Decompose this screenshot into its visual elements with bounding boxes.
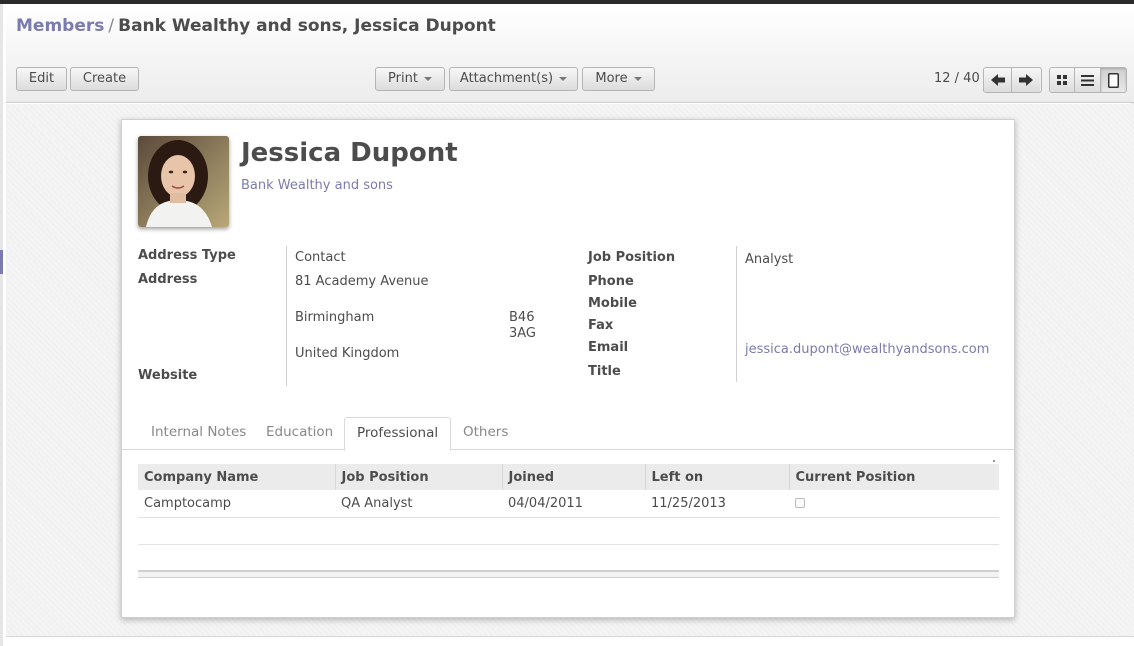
zip-value-line2: 3AG <box>509 326 537 341</box>
bottom-border <box>6 636 1134 646</box>
address-type-label: Address Type <box>138 248 236 263</box>
column-header-left-on[interactable]: Left on <box>645 464 790 490</box>
address-label: Address <box>138 272 198 287</box>
employment-table: Company Name Job Position Joined Left on… <box>138 464 999 545</box>
cell-company-name: Camptocamp <box>138 490 335 518</box>
zip-value-line1: B46 <box>509 310 535 325</box>
tab-education[interactable]: Education <box>254 417 345 450</box>
website-label: Website <box>138 368 198 383</box>
column-header-joined[interactable]: Joined <box>502 464 646 490</box>
cell-current-position <box>789 490 999 518</box>
current-position-checkbox[interactable] <box>795 497 805 508</box>
table-header-row: Company Name Job Position Joined Left on… <box>138 464 999 490</box>
cell-job-position: QA Analyst <box>335 490 502 518</box>
column-header-job-position[interactable]: Job Position <box>335 464 503 490</box>
form-view-icon <box>1107 72 1119 88</box>
print-button[interactable]: Print <box>375 67 445 91</box>
edit-button[interactable]: Edit <box>16 67 67 91</box>
caret-down-icon <box>423 76 432 81</box>
caret-down-icon <box>633 76 642 81</box>
column-header-company-name[interactable]: Company Name <box>138 464 336 490</box>
table-row[interactable]: Camptocamp QA Analyst 04/04/2011 11/25/2… <box>138 490 999 518</box>
job-position-value: Analyst <box>745 252 794 267</box>
form-sheet: Jessica Dupont Bank Wealthy and sons Add… <box>121 119 1015 618</box>
title-label: Title <box>588 364 621 379</box>
list-view-icon <box>1081 74 1095 86</box>
form-view-button[interactable] <box>1100 68 1126 92</box>
avatar-image <box>138 136 229 227</box>
dot-marker <box>993 460 995 462</box>
next-record-button[interactable] <box>1012 68 1040 92</box>
cell-joined: 04/04/2011 <box>502 490 645 518</box>
table-footer <box>138 570 999 578</box>
arrow-right-icon <box>1019 74 1033 86</box>
breadcrumb-current: Bank Wealthy and sons, Jessica Dupont <box>118 16 496 36</box>
city-value: Birmingham <box>295 310 375 325</box>
email-link[interactable]: jessica.dupont@wealthyandsons.com <box>745 342 989 357</box>
field-divider-left <box>286 246 287 386</box>
control-panel: Members / Bank Wealthy and sons, Jessica D… <box>6 4 1134 103</box>
kanban-view-icon <box>1057 75 1068 85</box>
view-switcher <box>1049 67 1127 93</box>
left-edge-marker <box>0 250 3 274</box>
job-position-label: Job Position <box>588 250 676 265</box>
company-link[interactable]: Bank Wealthy and sons <box>241 178 393 193</box>
breadcrumb: Members / Bank Wealthy and sons, Jessica D… <box>16 16 496 36</box>
tab-professional[interactable]: Professional <box>344 417 452 451</box>
list-view-button[interactable] <box>1075 68 1101 92</box>
contact-photo[interactable] <box>138 136 229 227</box>
attachments-button[interactable]: Attachment(s) <box>449 67 578 91</box>
address-type-value: Contact <box>295 250 346 265</box>
kanban-view-button[interactable] <box>1050 68 1076 92</box>
arrow-left-icon <box>990 74 1005 86</box>
field-divider-right <box>736 246 737 382</box>
country-value: United Kingdom <box>295 346 400 361</box>
phone-label: Phone <box>588 274 634 289</box>
caret-down-icon <box>559 76 568 81</box>
attachments-label: Attachment(s) <box>459 71 554 86</box>
more-label: More <box>595 71 628 86</box>
previous-record-button[interactable] <box>984 68 1012 92</box>
mobile-label: Mobile <box>588 296 637 311</box>
more-button[interactable]: More <box>582 67 655 91</box>
column-header-current-position[interactable]: Current Position <box>789 464 999 490</box>
tab-others[interactable]: Others <box>451 417 520 450</box>
notebook-tabs: Internal Notes Education Professional Ot… <box>122 417 1014 451</box>
breadcrumb-members-link[interactable]: Members <box>16 16 104 36</box>
create-button[interactable]: Create <box>70 67 139 91</box>
pager-value: 12 / 40 <box>934 71 980 86</box>
tab-internal-notes[interactable]: Internal Notes <box>139 417 258 450</box>
table-row-empty <box>138 517 999 545</box>
print-label: Print <box>388 71 418 86</box>
street-value: 81 Academy Avenue <box>295 274 429 289</box>
email-label: Email <box>588 340 629 355</box>
pager-buttons <box>983 67 1042 93</box>
fax-label: Fax <box>588 318 614 333</box>
contact-name: Jessica Dupont <box>241 138 458 168</box>
breadcrumb-separator: / <box>108 16 115 36</box>
cell-left-on: 11/25/2013 <box>645 490 789 518</box>
